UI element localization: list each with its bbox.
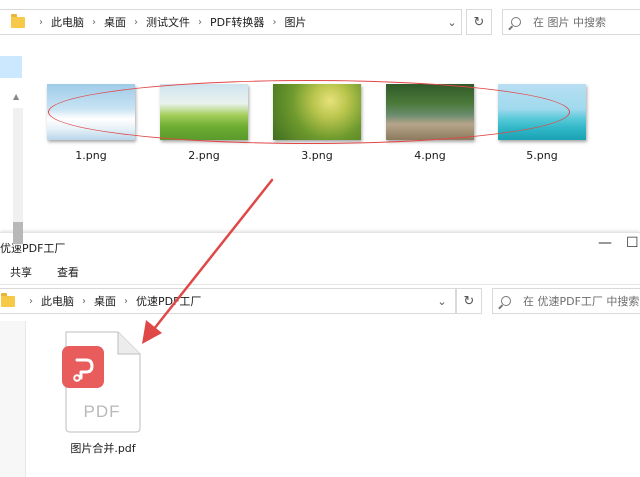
pdf-document-icon: PDF	[62, 331, 141, 433]
maximize-button[interactable]: ☐	[626, 235, 639, 251]
folder-icon	[11, 13, 25, 28]
minimize-button[interactable]: —	[598, 235, 612, 251]
tab-view[interactable]: 查看	[57, 264, 79, 280]
chevron-right-icon: ›	[29, 295, 33, 307]
search-placeholder: 在 优速PDF工厂 中搜索	[523, 295, 640, 308]
refresh-button[interactable]: ↻	[466, 9, 492, 35]
chevron-right-icon: ›	[82, 295, 86, 307]
selection-annotation-ellipse	[48, 80, 570, 144]
file-name: 1.png	[75, 149, 107, 162]
search-icon	[511, 17, 521, 27]
file-name: 图片合并.pdf	[70, 442, 136, 455]
pdf-badge	[62, 346, 104, 388]
explorer-window-images: › 此电脑 › 桌面 › 测试文件 › PDF转换器 › 图片 ⌄ ↻ 在 图片…	[0, 0, 640, 232]
file-name: 4.png	[414, 149, 446, 162]
scrollbar-thumb[interactable]	[13, 222, 23, 244]
ribbon-divider	[0, 284, 640, 285]
refresh-button[interactable]: ↻	[456, 288, 482, 314]
chevron-right-icon: ›	[134, 16, 138, 28]
breadcrumb-item[interactable]: PDF转换器	[210, 14, 264, 30]
breadcrumb-item[interactable]: 优速PDF工厂	[136, 293, 201, 309]
navigation-pane-selected-item[interactable]	[0, 56, 22, 78]
search-placeholder: 在 图片 中搜索	[533, 16, 606, 29]
chevron-right-icon: ›	[39, 16, 43, 28]
navigation-pane[interactable]	[0, 321, 26, 477]
chevron-right-icon: ›	[198, 16, 202, 28]
file-name: 2.png	[188, 149, 220, 162]
tab-share[interactable]: 共享	[10, 264, 32, 280]
search-input[interactable]: 在 图片 中搜索	[502, 9, 640, 35]
chevron-down-icon[interactable]: ⌄	[432, 288, 452, 314]
address-bar[interactable]: › 此电脑 › 桌面 › 优速PDF工厂	[0, 288, 456, 314]
pdf-file-icon[interactable]: PDF	[60, 330, 142, 434]
scroll-up-arrow-icon[interactable]: ▲	[13, 92, 19, 101]
address-bar[interactable]: › 此电脑 › 桌面 › 测试文件 › PDF转换器 › 图片	[0, 9, 462, 35]
chevron-down-icon[interactable]: ⌄	[442, 9, 462, 35]
breadcrumb-item[interactable]: 测试文件	[146, 14, 190, 30]
pdf-icon-text: PDF	[84, 402, 121, 421]
file-name: 3.png	[301, 149, 333, 162]
chevron-right-icon: ›	[124, 295, 128, 307]
breadcrumb-item[interactable]: 图片	[284, 14, 306, 30]
breadcrumb-item[interactable]: 桌面	[104, 14, 126, 30]
breadcrumb-item[interactable]: 此电脑	[51, 14, 84, 30]
breadcrumb-item[interactable]: 此电脑	[41, 293, 74, 309]
file-name: 5.png	[526, 149, 558, 162]
breadcrumb-item[interactable]: 桌面	[94, 293, 116, 309]
chevron-right-icon: ›	[92, 16, 96, 28]
chevron-right-icon: ›	[272, 16, 277, 28]
folder-icon	[1, 292, 15, 307]
search-icon	[501, 296, 511, 306]
window-title: 优速PDF工厂	[0, 242, 66, 255]
search-input[interactable]: 在 优速PDF工厂 中搜索	[492, 288, 640, 314]
